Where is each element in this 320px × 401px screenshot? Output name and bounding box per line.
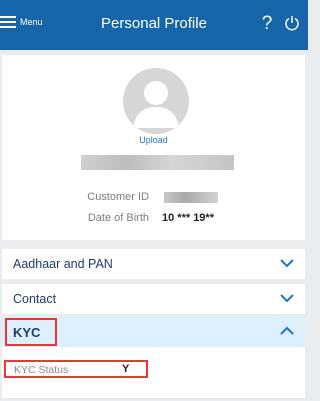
section-contact[interactable]: Contact [2, 284, 305, 314]
menu-button[interactable]: Menu [0, 10, 48, 36]
help-icon[interactable]: ? [260, 13, 274, 35]
user-avatar-icon[interactable] [123, 68, 189, 134]
customer-id-label: Customer ID [87, 191, 149, 203]
dob-value: 10 *** 19** [162, 212, 214, 224]
chevron-up-icon [280, 326, 294, 335]
dob-label: Date of Birth [87, 212, 149, 224]
profile-card: Upload Customer ID Date of Birth 10 *** … [2, 55, 305, 240]
section-aadhaar-pan-label: Aadhaar and PAN [13, 257, 113, 271]
page-title: Personal Profile [101, 15, 207, 32]
section-kyc[interactable]: KYC [2, 317, 305, 347]
kyc-status-value: Y [122, 363, 130, 375]
kyc-status-label: KYC Status [14, 364, 69, 376]
menu-label: Menu [20, 17, 43, 27]
chevron-down-icon [280, 259, 294, 268]
dob-row: Date of Birth 10 *** 19** [2, 212, 305, 228]
power-icon[interactable] [284, 15, 300, 31]
upload-link[interactable]: Upload [2, 135, 305, 145]
kyc-status-row: KYC Status Y [4, 360, 148, 378]
section-kyc-label: KYC [13, 325, 41, 340]
kyc-section-body: KYC Status Y [2, 347, 305, 398]
customer-name-redacted [81, 155, 234, 170]
app-header: Menu Personal Profile ? [0, 0, 308, 50]
hamburger-icon [0, 16, 16, 28]
customer-id-row: Customer ID [2, 191, 305, 207]
chevron-down-icon [280, 294, 294, 303]
section-aadhaar-pan[interactable]: Aadhaar and PAN [2, 249, 305, 279]
section-contact-label: Contact [13, 292, 57, 306]
customer-id-redacted [164, 192, 218, 203]
